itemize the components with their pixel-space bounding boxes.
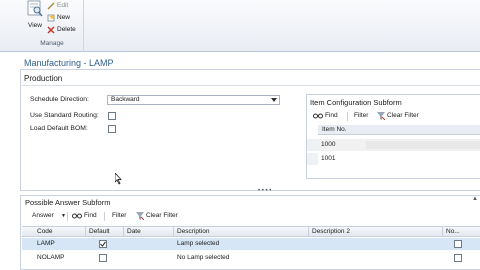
description-column-label[interactable]: Description xyxy=(177,227,210,237)
schedule-direction-value: Backward xyxy=(111,96,140,103)
clear-filter-icon xyxy=(377,112,385,120)
table-row[interactable]: LAMP Lamp selected xyxy=(22,238,480,250)
page-title: Manufacturing - LAMP xyxy=(24,58,114,68)
new-label: New xyxy=(57,14,71,21)
answer-menu-button[interactable]: Answer xyxy=(32,210,54,222)
load-default-bom-label: Load Default BOM: xyxy=(30,125,88,132)
answer-filter-button[interactable]: Filter xyxy=(112,210,126,222)
section-divider xyxy=(22,85,480,86)
item-configuration-title: Item Configuration Subform xyxy=(310,98,402,107)
column-separator xyxy=(442,227,443,237)
code-column-label[interactable]: Code xyxy=(37,227,53,237)
edit-button[interactable]: Edit xyxy=(47,1,83,11)
view-icon xyxy=(27,0,43,17)
column-separator xyxy=(123,227,124,237)
row-selector[interactable] xyxy=(307,153,318,165)
item-configuration-toolbar: Find Filter Clear Filter xyxy=(307,110,480,122)
default-column-label[interactable]: Default xyxy=(89,227,110,237)
splitter-handle[interactable]: • • • • xyxy=(258,188,271,194)
no-checkbox[interactable] xyxy=(454,240,462,248)
ribbon: View Edit New Delete Manage xyxy=(0,0,480,52)
toolbar-separator xyxy=(347,112,348,121)
item-no-column-label[interactable]: Item No. xyxy=(322,125,347,135)
manage-group-label: Manage xyxy=(40,40,64,47)
date-column-label[interactable]: Date xyxy=(127,227,141,237)
schedule-direction-label: Schedule Direction: xyxy=(30,96,89,103)
item-config-filter-button[interactable]: Filter xyxy=(354,110,368,122)
toolbar-separator xyxy=(67,212,68,221)
answer-find-button[interactable]: Find xyxy=(84,210,97,222)
chevron-down-icon xyxy=(271,98,277,102)
checkmark-icon xyxy=(100,241,106,247)
column-separator xyxy=(85,227,86,237)
row-selector[interactable] xyxy=(307,139,318,151)
item-config-clear-filter-button[interactable]: Clear Filter xyxy=(387,110,419,122)
view-button[interactable]: View xyxy=(24,0,46,34)
description-cell[interactable]: Lamp selected xyxy=(177,238,219,250)
column-separator xyxy=(173,227,174,237)
load-default-bom-checkbox[interactable] xyxy=(108,125,116,133)
possible-answer-title: Possible Answer Subform xyxy=(25,198,111,207)
possible-answer-column-header: Code Default Date Description Descriptio… xyxy=(22,226,480,237)
item-config-find-button[interactable]: Find xyxy=(325,110,338,122)
item-config-column-header: Item No. xyxy=(318,125,480,135)
clear-filter-icon xyxy=(136,212,144,220)
table-row[interactable]: 1001 xyxy=(318,153,480,165)
edit-icon xyxy=(47,2,55,10)
code-cell[interactable]: NOLAMP xyxy=(37,252,64,264)
production-section-title[interactable]: Production xyxy=(24,74,62,83)
collapse-arrow-icon[interactable]: ▲ xyxy=(472,196,480,204)
new-icon xyxy=(47,14,55,22)
default-checkbox[interactable] xyxy=(99,240,107,248)
delete-icon xyxy=(47,26,55,34)
description2-column-label[interactable]: Description 2 xyxy=(312,227,350,237)
mouse-cursor-icon xyxy=(115,173,122,185)
default-checkbox[interactable] xyxy=(99,254,107,262)
dropdown-arrow-icon[interactable]: ▼ xyxy=(61,210,66,222)
description-cell[interactable]: No Lamp selected xyxy=(177,252,229,264)
new-button[interactable]: New xyxy=(47,13,83,23)
find-icon xyxy=(313,113,323,119)
answer-clear-filter-button[interactable]: Clear Filter xyxy=(146,210,178,222)
table-row[interactable]: NOLAMP No Lamp selected xyxy=(22,252,480,264)
delete-button[interactable]: Delete xyxy=(47,25,83,35)
edit-label: Edit xyxy=(57,2,69,9)
schedule-direction-select[interactable]: Backward xyxy=(107,95,280,105)
possible-answer-toolbar: Answer ▼ Find Filter Clear Filter xyxy=(22,210,480,222)
toolbar-separator xyxy=(104,212,105,221)
delete-label: Delete xyxy=(57,26,76,33)
use-standard-routing-checkbox[interactable] xyxy=(108,112,116,120)
use-standard-routing-label: Use Standard Routing: xyxy=(30,112,99,119)
item-no-cell: 1001 xyxy=(321,155,336,162)
manage-group: View Edit New Delete Manage xyxy=(20,0,84,52)
view-label: View xyxy=(28,22,42,29)
row-highlight-bar xyxy=(366,141,480,149)
column-separator xyxy=(308,227,309,237)
no-column-label[interactable]: No... xyxy=(446,227,460,237)
code-cell[interactable]: LAMP xyxy=(37,238,55,250)
no-checkbox[interactable] xyxy=(454,254,462,262)
item-no-cell: 1000 xyxy=(321,141,336,148)
find-icon xyxy=(72,213,82,219)
